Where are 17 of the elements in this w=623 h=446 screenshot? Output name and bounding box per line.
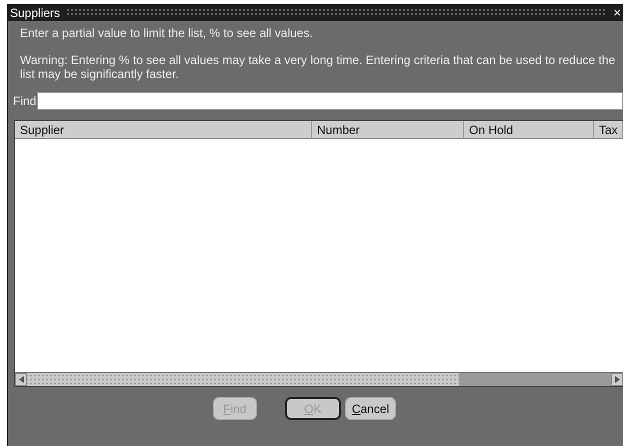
cancel-button[interactable]: Cancel (344, 397, 396, 420)
instruction-text: Warning: Entering % to see all values may take a very long time. Entering criteria that can be used to reduce the list may be significantly faster. (20, 53, 616, 81)
column-header[interactable]: On Hold (464, 121, 594, 139)
find-field[interactable] (37, 92, 623, 110)
column-header[interactable]: Tax (594, 121, 623, 139)
column-header[interactable]: Supplier (15, 121, 312, 139)
horizontal-scrollbar[interactable] (15, 372, 623, 386)
instruction-text: Enter a partial value to limit the list, % to see all values. (20, 26, 314, 40)
scroll-right-button[interactable] (611, 373, 623, 386)
find-label: Find (13, 94, 36, 108)
window-title: Suppliers (10, 6, 60, 20)
right-arrow-icon (614, 376, 620, 383)
close-button[interactable]: × (613, 6, 621, 19)
scroll-left-button[interactable] (15, 373, 27, 386)
column-header[interactable]: Number (312, 121, 464, 139)
left-arrow-icon (18, 376, 24, 383)
scroll-thumb[interactable] (27, 373, 459, 386)
